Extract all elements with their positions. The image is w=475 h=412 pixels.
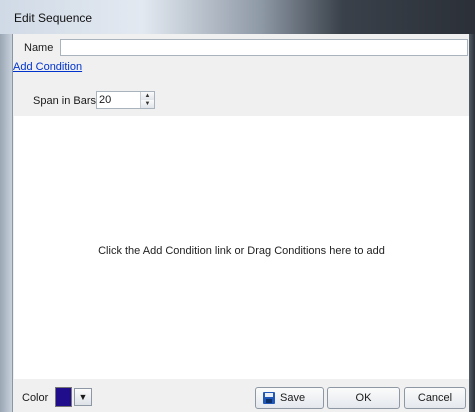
spin-down-icon[interactable]: ▼ [141,100,154,108]
name-label: Name [24,42,54,54]
save-button-label: Save [280,392,306,404]
color-label: Color [22,392,49,404]
dialog-content: Name Add Condition Span in Bars 20 ▲ ▼ C… [12,34,469,412]
span-in-bars-label: Span in Bars [33,95,96,107]
floppy-disk-icon [263,392,275,404]
add-condition-link[interactable]: Add Condition [13,61,82,73]
color-swatch[interactable] [55,387,72,407]
drop-area-hint: Click the Add Condition link or Drag Con… [98,245,385,257]
cancel-button[interactable]: Cancel [404,387,466,409]
span-in-bars-value[interactable]: 20 [99,94,111,106]
name-input[interactable] [60,39,468,56]
ok-button[interactable]: OK [327,387,400,409]
window-frame-left [0,34,12,412]
bottom-bar: Color ▼ Save OK Cancel [13,379,469,412]
dialog-title: Edit Sequence [14,11,93,25]
save-button[interactable]: Save [255,387,324,409]
chevron-down-icon[interactable]: ▼ [74,388,92,406]
spinner-buttons: ▲ ▼ [140,92,154,108]
span-in-bars-spinner[interactable]: 20 ▲ ▼ [96,91,155,109]
title-bar[interactable]: Edit Sequence [0,0,475,34]
color-picker[interactable]: ▼ [55,387,93,407]
edit-sequence-dialog: Edit Sequence Name Add Condition Span in… [0,0,475,412]
window-frame-right [468,34,475,412]
conditions-drop-area[interactable]: Click the Add Condition link or Drag Con… [14,116,469,379]
